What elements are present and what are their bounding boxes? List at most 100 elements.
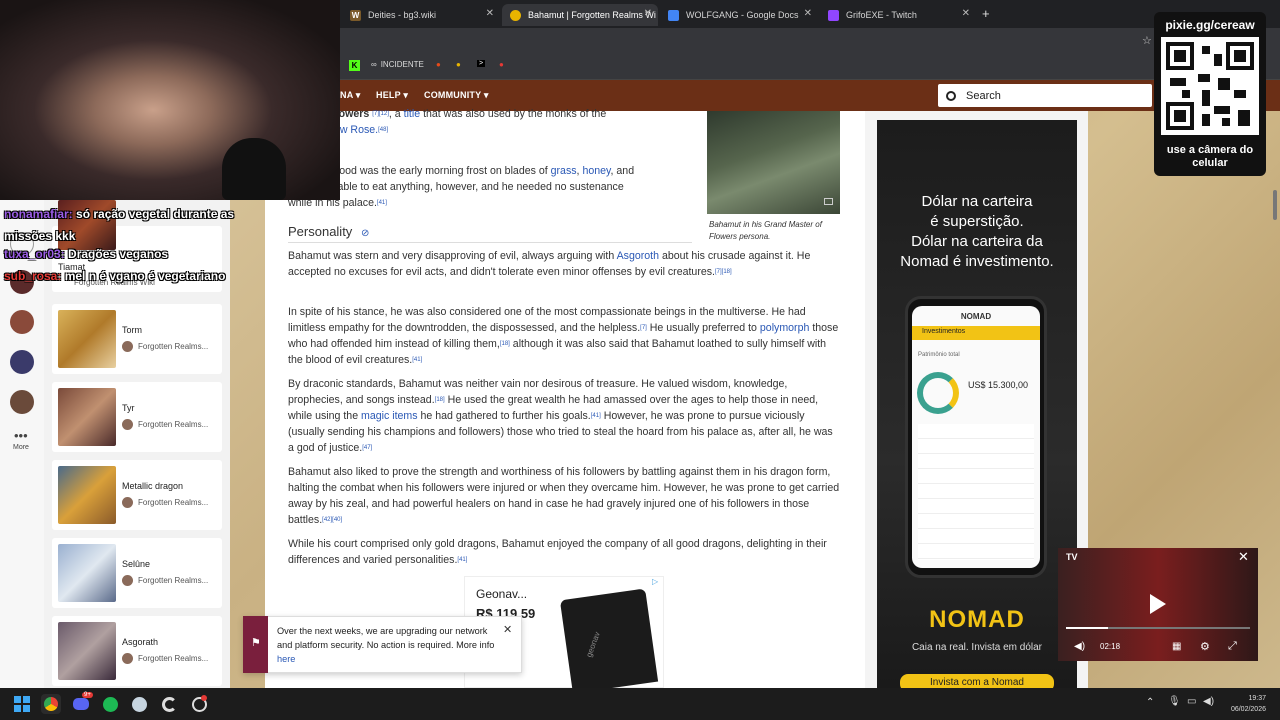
avatar[interactable]: [10, 310, 34, 334]
card-image: [58, 466, 116, 524]
chrome-icon[interactable]: [41, 694, 61, 714]
text: he had gathered to further his goals.: [420, 410, 591, 422]
tab-twitch[interactable]: GrifoEXE - Twitch ✕: [820, 4, 976, 26]
text: Over the next weeks, we are upgrading ou…: [277, 626, 495, 650]
adchoices-icon[interactable]: ▷: [652, 577, 658, 586]
article-food-line3: while in his palace.[41]: [288, 195, 708, 211]
close-icon[interactable]: ✕: [962, 8, 970, 19]
tab-label: WOLFGANG - Google Docs: [686, 10, 799, 20]
article-food-line2: s. He was able to eat anything, however,…: [288, 181, 624, 193]
chat-message: sub_rosa: mel n é vgano é vegetariano: [4, 269, 225, 283]
chevron-up-icon[interactable]: ⌃: [1146, 697, 1154, 708]
bookmark-k[interactable]: K: [349, 60, 360, 71]
article-food-line1: favored food was the early morning frost…: [298, 165, 635, 177]
card-title: Torm: [122, 325, 142, 335]
close-icon[interactable]: ✕: [804, 8, 812, 19]
scrollbar-thumb[interactable]: [1273, 190, 1277, 220]
card-image: [58, 622, 116, 680]
record-icon: ●: [499, 60, 504, 69]
search-input[interactable]: Search: [938, 84, 1152, 107]
card-source: Forgotten Realms...: [138, 654, 209, 663]
link-grass[interactable]: grass: [551, 165, 577, 177]
product-title[interactable]: Geonav...: [476, 587, 527, 601]
ref[interactable]: [7][18]: [715, 269, 732, 275]
chat-message: tuxa_or03: Dragões veganos: [4, 247, 168, 261]
ref[interactable]: [41]: [591, 413, 601, 419]
chat-message: nonamafiar: só ração vegetal durante as …: [4, 203, 236, 247]
tab-bahamut[interactable]: Bahamut | Forgotten Realms Wi ✕: [502, 4, 658, 26]
phone-list: [918, 424, 1034, 560]
grid-icon[interactable]: ▦: [1172, 641, 1181, 652]
app-c-icon[interactable]: [159, 694, 179, 714]
ref[interactable]: [47]: [362, 445, 372, 451]
qr-caption: use a câmera do celular: [1166, 144, 1254, 169]
chat-user: tuxa_or03:: [4, 247, 65, 261]
paragraph-4: Bahamut also liked to prove the strength…: [288, 464, 840, 528]
more-icon[interactable]: •••: [14, 428, 28, 443]
ref[interactable]: [41]: [377, 200, 387, 206]
play-icon[interactable]: [1150, 594, 1166, 614]
bookmark-dragon[interactable]: ●: [456, 60, 461, 69]
steam-icon[interactable]: [129, 694, 149, 714]
microphone-tray-icon[interactable]: 🎙: [1168, 696, 1181, 707]
bookmark-incidente[interactable]: ∞ INCIDENTE: [371, 60, 424, 69]
flag-glyph-icon: ⚑: [251, 637, 261, 649]
link-anchor-icon[interactable]: ⊘: [361, 228, 369, 239]
link-asgoroth[interactable]: Asgoroth: [617, 250, 659, 262]
ref[interactable]: [18]: [435, 397, 445, 403]
fire-icon: ●: [436, 60, 441, 69]
tab-google-docs[interactable]: WOLFGANG - Google Docs ✕: [660, 4, 818, 26]
text: and: [616, 165, 635, 177]
nav-item-lore[interactable]: NA ▾: [340, 90, 360, 101]
search-placeholder: Search: [966, 89, 1001, 102]
ref[interactable]: [41]: [457, 557, 467, 563]
windows-start-icon[interactable]: [12, 694, 32, 714]
more-label[interactable]: More: [13, 444, 29, 451]
ref[interactable]: [48]: [378, 127, 388, 133]
link-title[interactable]: title: [404, 108, 421, 120]
volume-icon[interactable]: ◀): [1074, 641, 1085, 652]
phone-total-label: Patrimônio total: [918, 352, 960, 358]
terminal-icon: >: [477, 60, 486, 67]
ref[interactable]: [7]: [640, 325, 647, 331]
qr-title: pixie.gg/cereaw: [1165, 18, 1255, 32]
tab-label: Bahamut | Forgotten Realms Wi: [528, 10, 656, 20]
avatar[interactable]: [10, 390, 34, 414]
clock[interactable]: 19:37 06/02/2026: [1226, 693, 1266, 715]
avatar[interactable]: [10, 350, 34, 374]
close-icon[interactable]: ✕: [644, 8, 652, 19]
close-icon[interactable]: ✕: [486, 8, 494, 19]
ref[interactable]: [42][40]: [322, 517, 342, 523]
link-polymorph[interactable]: polymorph: [760, 322, 809, 334]
ref[interactable]: [18]: [500, 341, 510, 347]
nav-item-help[interactable]: HELP ▾: [376, 90, 408, 101]
bahamut-figure-image[interactable]: [707, 111, 840, 214]
wiki-avatar-icon: [122, 575, 133, 586]
close-video-button[interactable]: ✕: [1238, 549, 1249, 565]
fullscreen-icon[interactable]: ⤢: [1228, 640, 1237, 653]
bookmark-red[interactable]: ●: [499, 60, 504, 69]
volume-tray-icon[interactable]: ◀): [1203, 696, 1214, 707]
new-tab-button[interactable]: +: [982, 6, 990, 21]
network-icon[interactable]: ▭: [1187, 696, 1196, 707]
link-magic-items[interactable]: magic items: [361, 410, 418, 422]
spotify-icon[interactable]: [100, 694, 120, 714]
notice-link[interactable]: here: [277, 654, 295, 664]
expand-icon[interactable]: [824, 198, 833, 205]
bookmark-star-icon[interactable]: ☆: [1142, 34, 1152, 47]
bookmark-terminal[interactable]: >: [477, 60, 486, 67]
text: While his court comprised only gold drag…: [288, 538, 827, 566]
card-source: Forgotten Realms...: [138, 420, 209, 429]
gear-icon[interactable]: ⚙: [1200, 640, 1210, 653]
ref[interactable]: [7][12]: [372, 111, 389, 117]
ad-tagline: Caia na real. Invista em dólar: [911, 642, 1043, 653]
close-notice-button[interactable]: ✕: [503, 623, 512, 636]
nav-item-community[interactable]: COMMUNITY ▾: [424, 90, 489, 101]
microphone-icon: [222, 138, 286, 200]
article-fragment-top: aster of Flowers [7][12], a title that w…: [288, 106, 698, 122]
tab-deities[interactable]: W Deities - bg3.wiki ✕: [342, 4, 500, 26]
link-honey[interactable]: honey: [582, 165, 610, 177]
bookmark-fire[interactable]: ●: [436, 60, 441, 69]
link-icon: ∞: [371, 60, 377, 69]
ref[interactable]: [41]: [412, 357, 422, 363]
